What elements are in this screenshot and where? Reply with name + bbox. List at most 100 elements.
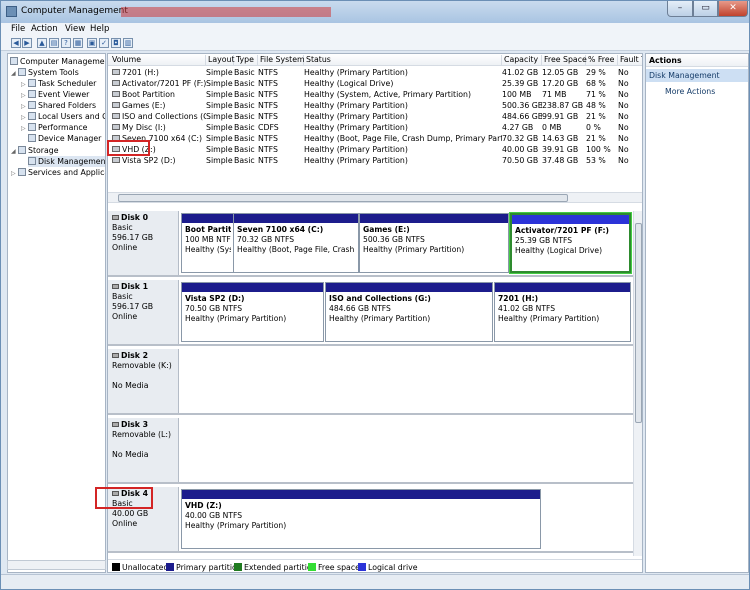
show-tree-icon[interactable]: ▤ <box>49 38 59 48</box>
scrollbar-thumb[interactable] <box>635 223 642 423</box>
cell-text: 238.87 GB <box>542 101 584 110</box>
cell-text: 21 % <box>586 112 606 121</box>
tree-item-local-users[interactable]: ▷ Local Users and Gr <box>21 111 105 122</box>
check-icon[interactable]: ✓ <box>99 38 109 48</box>
volume-row[interactable]: Boot Partition Simple Basic NTFS Healthy (Sy… <box>108 89 642 100</box>
cell-text: Healthy (Primary Partition) <box>304 112 408 121</box>
help-icon[interactable]: ? <box>61 38 71 48</box>
partition-block[interactable]: Games (E:) 500.36 GB NTFS Healthy (Primary… <box>359 213 509 273</box>
volume-cell: Healthy (Logical Drive) <box>304 78 502 89</box>
tree-item-services[interactable]: ▷ Services and Applicat <box>11 167 105 178</box>
volume-row[interactable]: Seven 7100 x64 (C:) Simple Basic NTFS Health… <box>108 133 642 144</box>
cell-text: 484.66 GB <box>502 112 542 121</box>
disk-size: 596.17 GB <box>112 302 154 311</box>
volume-cell: 37.48 GB <box>542 155 586 166</box>
back-icon[interactable]: ◀ <box>11 38 21 48</box>
col-type[interactable]: Type <box>234 55 258 66</box>
partition-block[interactable]: Activator/7201 PF (F:) 25.39 GB NTFS Healt… <box>509 212 632 274</box>
settings-icon[interactable]: ▥ <box>123 38 133 48</box>
volume-cell: 0 % <box>586 122 618 133</box>
close-button[interactable]: ✕ <box>718 1 748 17</box>
cell-text: 70.50 GB <box>502 156 539 165</box>
volume-cell: 71 MB <box>542 89 586 100</box>
col-status[interactable]: Status <box>304 55 502 66</box>
up-folder-icon[interactable]: ▲ <box>37 38 47 48</box>
disk-row: Disk 1 Basic 596.17 GB Online Vista SP2 (D:)… <box>108 280 633 346</box>
partition-block[interactable]: Vista SP2 (D:) 70.50 GB NTFS Healthy (Prim… <box>181 282 324 342</box>
partition-block[interactable]: VHD (Z:) 40.00 GB NTFS Healthy (Primary Pa… <box>181 489 541 549</box>
maximize-button[interactable]: ▭ <box>693 1 718 17</box>
disk-view-scrollbar[interactable] <box>633 211 642 556</box>
col-capacity[interactable]: Capacity <box>502 55 542 66</box>
disk-type: Basic <box>112 292 133 301</box>
disk-label[interactable]: Disk 1 Basic 596.17 GB Online <box>108 280 179 344</box>
cell-text: 41.02 GB <box>502 68 539 77</box>
col-fault-tolerance[interactable]: Fault T <box>618 55 642 66</box>
minimize-button[interactable]: – <box>667 1 693 17</box>
toolbar: ◀ ▶ ▲ ▤ ? ▦ ▣ ✓ ◘ ▥ <box>1 36 749 51</box>
cell-text: 48 % <box>586 101 606 110</box>
volume-row[interactable]: Activator/7201 PF (F:) Simple Basic NTFS Hea… <box>108 78 642 89</box>
disk-name: Disk 0 <box>112 213 178 223</box>
col-file-system[interactable]: File System <box>258 55 305 66</box>
volume-cell: Simple <box>206 67 234 78</box>
tree-item-system-tools[interactable]: ◢ System Tools <box>11 67 79 78</box>
disk-label[interactable]: Disk 3 Removable (L:) No Media <box>108 418 179 482</box>
cell-text: Simple <box>206 79 233 88</box>
more-actions-link[interactable]: More Actions <box>665 87 715 96</box>
partition-block[interactable]: Boot Partiti 100 MB NTFS Healthy (Syst <box>181 213 234 273</box>
tree-horizontal-scrollbar[interactable] <box>7 560 106 570</box>
volume-cell: Healthy (Boot, Page File, Crash Dump, Pr… <box>304 133 502 144</box>
disk-label[interactable]: Disk 2 Removable (K:) No Media <box>108 349 179 413</box>
properties-icon[interactable]: ▣ <box>87 38 97 48</box>
tree-item-storage[interactable]: ◢ Storage <box>11 145 59 156</box>
tree-item-device-manager[interactable]: Device Manager <box>28 133 101 144</box>
partition-block[interactable]: ISO and Collections (G:) 484.66 GB NTFS He… <box>325 282 493 342</box>
title-bar[interactable]: Computer Management – ▭ ✕ <box>1 1 749 23</box>
partition-status: Healthy (Primary Partition) <box>185 314 287 323</box>
menu-help[interactable]: Help <box>90 24 109 34</box>
volume-row[interactable]: Vista SP2 (D:) Simple Basic NTFS Healthy (Pr… <box>108 155 642 166</box>
tree-item-shared-folders[interactable]: ▷ Shared Folders <box>21 100 96 111</box>
console-icon[interactable]: ▦ <box>73 38 83 48</box>
menu-file[interactable]: File <box>11 24 25 34</box>
col-free-space[interactable]: Free Space <box>542 55 587 66</box>
volume-table-header: Volume Layout Type File System Status Ca… <box>108 54 642 66</box>
col-layout[interactable]: Layout <box>206 55 235 66</box>
partition-block[interactable]: 7201 (H:) 41.02 GB NTFS Healthy (Primary P… <box>494 282 631 342</box>
menu-action[interactable]: Action <box>31 24 58 34</box>
volume-list-scrollbar[interactable] <box>108 192 642 203</box>
disk-label[interactable]: Disk 0 Basic 596.17 GB Online <box>108 211 179 275</box>
tree-item-disk-management[interactable]: Disk Management <box>28 156 105 167</box>
volume-cell: Basic <box>234 133 258 144</box>
volume-row[interactable]: My Disc (I:) Simple Basic CDFS Healthy (Prim… <box>108 122 642 133</box>
partition-bar <box>512 215 629 224</box>
volume-cell: NTFS <box>258 67 304 78</box>
volume-row[interactable]: VHD (Z:) Simple Basic NTFS Healthy (Primary … <box>108 144 642 155</box>
partition-block[interactable]: Seven 7100 x64 (C:) 70.32 GB NTFS Healthy … <box>233 213 359 273</box>
cell-text: 0 % <box>586 123 601 132</box>
legend-item: Unallocated <box>112 563 168 572</box>
cell-text: Boot Partition <box>122 90 175 99</box>
volume-cell: CDFS <box>258 122 304 133</box>
volume-cell: NTFS <box>258 155 304 166</box>
tree-item-computer-management[interactable]: Computer Management <box>10 56 105 67</box>
disk-size <box>112 440 178 450</box>
col-volume[interactable]: Volume <box>110 55 206 66</box>
actions-disk-management[interactable]: Disk Management <box>646 69 748 82</box>
volume-row[interactable]: ISO and Collections (G:) Simple Basic NTFS H… <box>108 111 642 122</box>
partition-text: ISO and Collections (G:) 484.66 GB NTFS He… <box>329 294 490 324</box>
scrollbar-thumb[interactable] <box>118 194 568 202</box>
tree-item-event-viewer[interactable]: ▷ Event Viewer <box>21 89 89 100</box>
disk-state: Online <box>112 243 138 252</box>
cell-text: CDFS <box>258 123 279 132</box>
tree-item-task-scheduler[interactable]: ▷ Task Scheduler <box>21 78 96 89</box>
disk-icon[interactable]: ◘ <box>111 38 121 48</box>
volume-row[interactable]: 7201 (H:) Simple Basic NTFS Healthy (Primary… <box>108 67 642 78</box>
volume-row[interactable]: Games (E:) Simple Basic NTFS Healthy (Primar… <box>108 100 642 111</box>
cell-text: NTFS <box>258 112 278 121</box>
tree-item-performance[interactable]: ▷ Performance <box>21 122 87 133</box>
menu-view[interactable]: View <box>65 24 85 34</box>
forward-icon[interactable]: ▶ <box>22 38 32 48</box>
col-percent-free[interactable]: % Free <box>586 55 618 66</box>
